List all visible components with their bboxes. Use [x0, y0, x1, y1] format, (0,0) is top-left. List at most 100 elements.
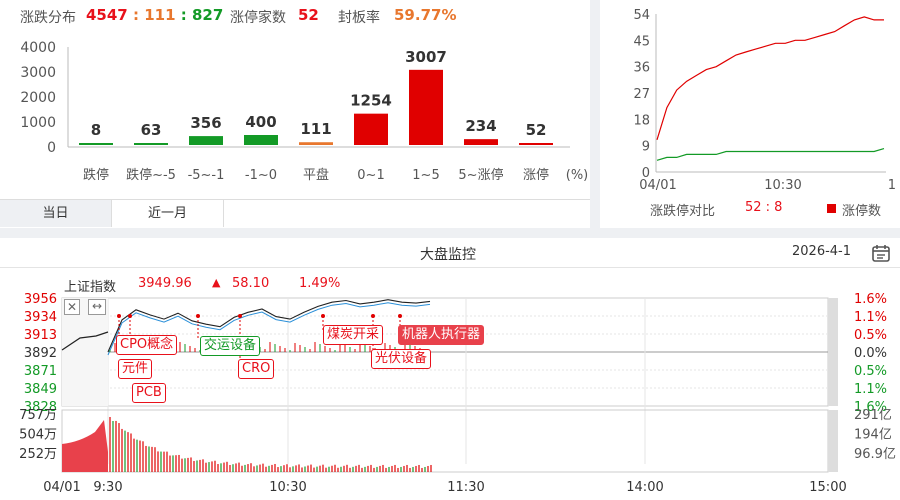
index-up-arrow-icon: ▲ [212, 276, 221, 289]
price-tick-label: 3934 [24, 310, 57, 325]
x-tick-label: 04/01 [639, 178, 676, 193]
event-marker-dot [196, 314, 200, 318]
y-tick-label: 0 [47, 140, 56, 156]
pct-tick-label: 1.1% [854, 382, 887, 397]
index-change: 58.10 [232, 276, 270, 291]
bar-value-label: 1254 [350, 92, 392, 110]
bar [79, 143, 113, 145]
time-tick-label: 9:30 [93, 480, 122, 495]
y-tick-label: 4000 [20, 40, 56, 56]
pct-tick-label: 0.5% [854, 364, 887, 379]
expand-icon[interactable]: ↔ [88, 299, 106, 315]
price-tick-label: 3849 [24, 382, 57, 397]
bar-value-label: 111 [300, 120, 331, 138]
tag-cpo-concept[interactable]: CPO概念 [116, 335, 178, 355]
volume-frame [61, 409, 829, 473]
ratio-separator-1: : [127, 6, 145, 24]
volume-tick-label: 757万 [19, 408, 57, 423]
up-down-ratio: 4547 : 111 : 827 [86, 6, 223, 24]
pct-tick-label: 1.6% [854, 292, 887, 307]
amount-tick-label: 291亿 [854, 408, 892, 423]
event-marker-dot [117, 314, 121, 318]
y-tick-label: 36 [633, 61, 650, 76]
seal-rate-value: 59.77% [394, 6, 457, 24]
category-label: 0~1 [357, 168, 384, 183]
y-tick-label: 3000 [20, 65, 56, 81]
tag-pv-equipment[interactable]: 光伏设备 [371, 349, 432, 369]
index-price: 3949.96 [138, 276, 192, 291]
seal-rate-label: 封板率 [338, 10, 380, 26]
time-tick-label: 15:00 [809, 480, 846, 495]
y-tick-label: 27 [633, 87, 650, 102]
calendar-icon[interactable] [871, 243, 891, 267]
category-label: 跌停 [83, 167, 109, 183]
bar-value-label: 400 [245, 113, 276, 131]
y-tick-label: 9 [642, 140, 650, 155]
limit-ratio-label: 涨跌停对比 [650, 204, 716, 219]
distribution-panel: 涨跌分布 4547 : 111 : 827 涨停家数 52 封板率 59.77%… [0, 0, 590, 228]
event-marker-dot [128, 314, 132, 318]
price-tick-label: 3871 [24, 364, 57, 379]
bar [464, 139, 498, 145]
bar [519, 143, 553, 145]
flat-count: 111 [144, 6, 176, 24]
category-label: 1~5 [412, 168, 439, 183]
price-tick-label: 3956 [24, 292, 57, 307]
time-tick-label: 14:00 [626, 480, 663, 495]
bar [409, 69, 443, 145]
tag-cro[interactable]: CRO [238, 359, 275, 379]
y-tick-label: 45 [633, 34, 650, 49]
volume-scroll-handle [828, 410, 838, 472]
limit-up-count: 52 [298, 6, 319, 24]
bar-value-label: 52 [526, 121, 547, 139]
zoom-out-button[interactable]: ✕ [64, 299, 80, 315]
event-marker-dot [398, 314, 402, 318]
tag-component[interactable]: 元件 [118, 359, 153, 379]
tag-pcb[interactable]: PCB [132, 383, 166, 403]
tag-transport-equipment[interactable]: 交运设备 [200, 336, 261, 356]
bar-value-label: 3007 [405, 48, 447, 66]
tab-today-label: 当日 [42, 206, 69, 221]
pct-tick-label: 0.0% [854, 346, 887, 361]
tab-last-month-label: 近一月 [147, 206, 187, 221]
bar-value-label: 8 [91, 121, 101, 139]
price-tick-label: 3892 [24, 346, 57, 361]
legend-limit-up-marker [827, 204, 836, 213]
y-tick-label: 18 [633, 113, 650, 128]
distribution-title: 涨跌分布 [20, 10, 76, 26]
y-tick-label: 2000 [20, 90, 56, 106]
pct-tick-label: 0.5% [854, 328, 887, 343]
preopen-volume-area [62, 420, 108, 472]
x-tick-label: 10:30 [764, 178, 801, 193]
monitor-date: 2026-4-1 [792, 244, 852, 259]
event-marker-dot [321, 314, 325, 318]
time-tick-label: 11:30 [447, 480, 484, 495]
bar [189, 136, 223, 145]
y-tick-label: 54 [633, 8, 650, 23]
unit-label: (%) [566, 168, 589, 183]
tag-robot-actuator[interactable]: 机器人执行器 [398, 325, 485, 345]
tab-today[interactable]: 当日 [0, 199, 112, 227]
volume-tick-label: 252万 [19, 447, 57, 462]
price-tick-label: 3913 [24, 328, 57, 343]
bar-value-label: 356 [190, 114, 221, 132]
tab-last-month[interactable]: 近一月 [112, 199, 224, 227]
monitor-header: 大盘监控 2026-4-1 [0, 238, 900, 268]
market-monitor-panel: 大盘监控 2026-4-1 上证指数 3949.96 ▲ 58.10 1.49%… [0, 238, 900, 500]
event-marker-dot [238, 314, 242, 318]
bar [354, 113, 388, 145]
bar [299, 142, 333, 145]
index-change-pct: 1.49% [299, 276, 341, 291]
legend-limit-up-label: 涨停数 [842, 204, 882, 219]
bar-value-label: 63 [141, 121, 162, 139]
pct-tick-label: 1.1% [854, 310, 887, 325]
down-count: 827 [191, 6, 224, 24]
volume-tick-label: 504万 [19, 428, 57, 443]
category-label: 涨停 [523, 167, 549, 183]
amount-tick-label: 96.9亿 [854, 447, 896, 462]
time-tick-label: 04/01 [43, 480, 80, 495]
bar [134, 143, 168, 145]
category-label: 平盘 [303, 167, 329, 183]
tag-coal-mining[interactable]: 煤炭开采 [323, 325, 384, 345]
limit-compare-chart: 54453627189004/01 10:30 1 [633, 8, 896, 193]
